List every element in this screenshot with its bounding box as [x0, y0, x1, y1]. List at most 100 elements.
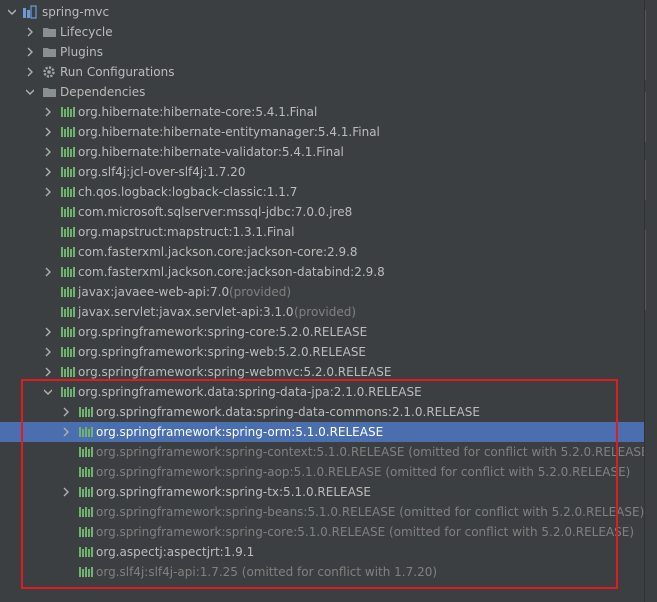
library-icon	[60, 342, 76, 362]
tree-node-transitive-dependency[interactable]: org.slf4j:slf4j-api:1.7.25 (omitted for …	[0, 562, 645, 582]
tree-node-dependency[interactable]: org.springframework:spring-core:5.2.0.RE…	[0, 322, 645, 342]
tree-node-dependency[interactable]: org.slf4j:jcl-over-slf4j:1.7.20	[0, 162, 645, 182]
dependency-label: org.springframework.data:spring-data-com…	[96, 405, 480, 419]
dependency-label: org.slf4j:jcl-over-slf4j:1.7.20	[78, 165, 246, 179]
chevron-right-icon[interactable]	[60, 422, 72, 442]
tree-node-dependency[interactable]: javax:javaee-web-api:7.0 (provided)	[0, 282, 645, 302]
tree-node-transitive-dependency[interactable]: org.springframework.data:spring-data-com…	[0, 402, 645, 422]
dependency-label: org.springframework:spring-core:5.2.0.RE…	[78, 325, 368, 339]
chevron-right-icon[interactable]	[60, 482, 72, 502]
maven-module-icon	[22, 2, 38, 22]
chevron-right-icon[interactable]	[42, 182, 54, 202]
library-icon	[60, 162, 76, 182]
tree-node-selected[interactable]: org.springframework:spring-orm:5.1.0.REL…	[0, 422, 645, 442]
chevron-right-icon[interactable]	[42, 262, 54, 282]
tree-node-transitive-dependency[interactable]: org.springframework:spring-tx:5.1.0.RELE…	[0, 482, 645, 502]
root-module-label: spring-mvc	[42, 5, 110, 19]
dependency-label: javax.servlet:javax.servlet-api:3.1.0	[78, 305, 294, 319]
tree-node-plugins[interactable]: Plugins	[0, 42, 645, 62]
chevron-right-icon[interactable]	[42, 102, 54, 122]
dependency-label: org.springframework:spring-web:5.2.0.REL…	[78, 345, 367, 359]
library-icon	[78, 502, 94, 522]
chevron-right-icon[interactable]	[42, 142, 54, 162]
tree-node-dependency[interactable]: org.hibernate:hibernate-core:5.4.1.Final	[0, 102, 645, 122]
right-tool-strip	[644, 0, 657, 602]
library-icon	[60, 262, 76, 282]
dependency-label: org.springframework.data:spring-data-jpa…	[78, 385, 422, 399]
library-icon	[60, 242, 76, 262]
dependency-label: ch.qos.logback:logback-classic:1.1.7	[78, 185, 298, 199]
folder-icon	[42, 82, 58, 102]
chevron-right-icon[interactable]	[42, 362, 54, 382]
chevron-down-icon[interactable]	[24, 82, 36, 102]
dependency-label: com.fasterxml.jackson.core:jackson-core:…	[78, 245, 358, 259]
chevron-right-icon[interactable]	[24, 42, 36, 62]
tree-node-transitive-dependency[interactable]: org.springframework:spring-aop:5.1.0.REL…	[0, 462, 645, 482]
tree-node-spring-data-jpa[interactable]: org.springframework.data:spring-data-jpa…	[0, 382, 645, 402]
library-icon	[60, 222, 76, 242]
dependency-label: org.mapstruct:mapstruct:1.3.1.Final	[78, 225, 295, 239]
plugins-label: Plugins	[60, 45, 103, 59]
maven-tool-window: spring-mvc Lifecycle Plugins Run Configu…	[0, 0, 653, 602]
tree-node-dependency[interactable]: org.springframework:spring-webmvc:5.2.0.…	[0, 362, 645, 382]
chevron-right-icon[interactable]	[42, 322, 54, 342]
library-icon	[78, 422, 94, 442]
dependency-label: com.fasterxml.jackson.core:jackson-datab…	[78, 265, 385, 279]
library-icon	[60, 382, 76, 402]
gear-icon	[42, 62, 58, 82]
tree-node-dependency[interactable]: com.fasterxml.jackson.core:jackson-datab…	[0, 262, 645, 282]
tree-node-dependency[interactable]: com.microsoft.sqlserver:mssql-jdbc:7.0.0…	[0, 202, 645, 222]
tree-node-dependency[interactable]: javax.servlet:javax.servlet-api:3.1.0 (p…	[0, 302, 645, 322]
library-icon	[60, 182, 76, 202]
tree-node-dependency[interactable]: org.springframework:spring-web:5.2.0.REL…	[0, 342, 645, 362]
tree-node-dependency[interactable]: ch.qos.logback:logback-classic:1.1.7	[0, 182, 645, 202]
side-tab[interactable]	[645, 230, 656, 310]
chevron-right-icon[interactable]	[60, 402, 72, 422]
tree-node-dependency[interactable]: org.hibernate:hibernate-entitymanager:5.…	[0, 122, 645, 142]
chevron-right-icon[interactable]	[24, 22, 36, 42]
side-tab[interactable]	[645, 10, 656, 80]
tree-node-transitive-dependency[interactable]: org.springframework:spring-beans:5.1.0.R…	[0, 502, 645, 522]
tree-node-transitive-dependency[interactable]: org.springframework:spring-context:5.1.0…	[0, 442, 653, 462]
tree-node-run-configurations[interactable]: Run Configurations	[0, 62, 645, 82]
tree-node-dependency[interactable]: org.hibernate:hibernate-validator:5.4.1.…	[0, 142, 645, 162]
tree-node-root[interactable]: spring-mvc	[0, 2, 645, 22]
chevron-down-icon[interactable]	[6, 2, 18, 22]
folder-icon	[42, 22, 58, 42]
dependency-label: org.springframework:spring-beans:5.1.0.R…	[96, 505, 645, 519]
library-icon	[60, 282, 76, 302]
tree-node-dependency[interactable]: org.mapstruct:mapstruct:1.3.1.Final	[0, 222, 645, 242]
tree-node-dependencies[interactable]: Dependencies	[0, 82, 645, 102]
library-icon	[78, 522, 94, 542]
library-icon	[60, 142, 76, 162]
scope-suffix: (provided)	[229, 285, 292, 299]
run-configurations-label: Run Configurations	[60, 65, 175, 79]
library-icon	[78, 442, 94, 462]
scope-suffix: (provided)	[294, 305, 357, 319]
dependency-label: org.springframework:spring-orm:5.1.0.REL…	[96, 425, 384, 439]
library-icon	[78, 542, 94, 562]
dependency-label: org.springframework:spring-core:5.1.0.RE…	[96, 525, 635, 539]
chevron-down-icon[interactable]	[42, 382, 54, 402]
side-tab[interactable]	[645, 160, 656, 200]
side-tab[interactable]	[645, 92, 656, 142]
dependency-label: com.microsoft.sqlserver:mssql-jdbc:7.0.0…	[78, 205, 353, 219]
dependency-label: org.springframework:spring-tx:5.1.0.RELE…	[96, 485, 372, 499]
dependency-label: org.hibernate:hibernate-validator:5.4.1.…	[78, 145, 344, 159]
library-icon	[60, 322, 76, 342]
tree-node-lifecycle[interactable]: Lifecycle	[0, 22, 645, 42]
chevron-right-icon[interactable]	[42, 162, 54, 182]
tree-node-transitive-dependency[interactable]: org.aspectj:aspectjrt:1.9.1	[0, 542, 645, 562]
tree-node-dependency[interactable]: com.fasterxml.jackson.core:jackson-core:…	[0, 242, 645, 262]
chevron-right-icon[interactable]	[42, 122, 54, 142]
library-icon	[60, 362, 76, 382]
library-icon	[60, 202, 76, 222]
dependency-label: org.aspectj:aspectjrt:1.9.1	[96, 545, 255, 559]
tree-node-transitive-dependency[interactable]: org.springframework:spring-core:5.1.0.RE…	[0, 522, 645, 542]
folder-icon	[42, 42, 58, 62]
library-icon	[78, 482, 94, 502]
chevron-right-icon[interactable]	[42, 342, 54, 362]
dependency-label: org.springframework:spring-context:5.1.0…	[96, 445, 654, 459]
chevron-right-icon[interactable]	[24, 62, 36, 82]
dependency-label: org.springframework:spring-aop:5.1.0.REL…	[96, 465, 631, 479]
